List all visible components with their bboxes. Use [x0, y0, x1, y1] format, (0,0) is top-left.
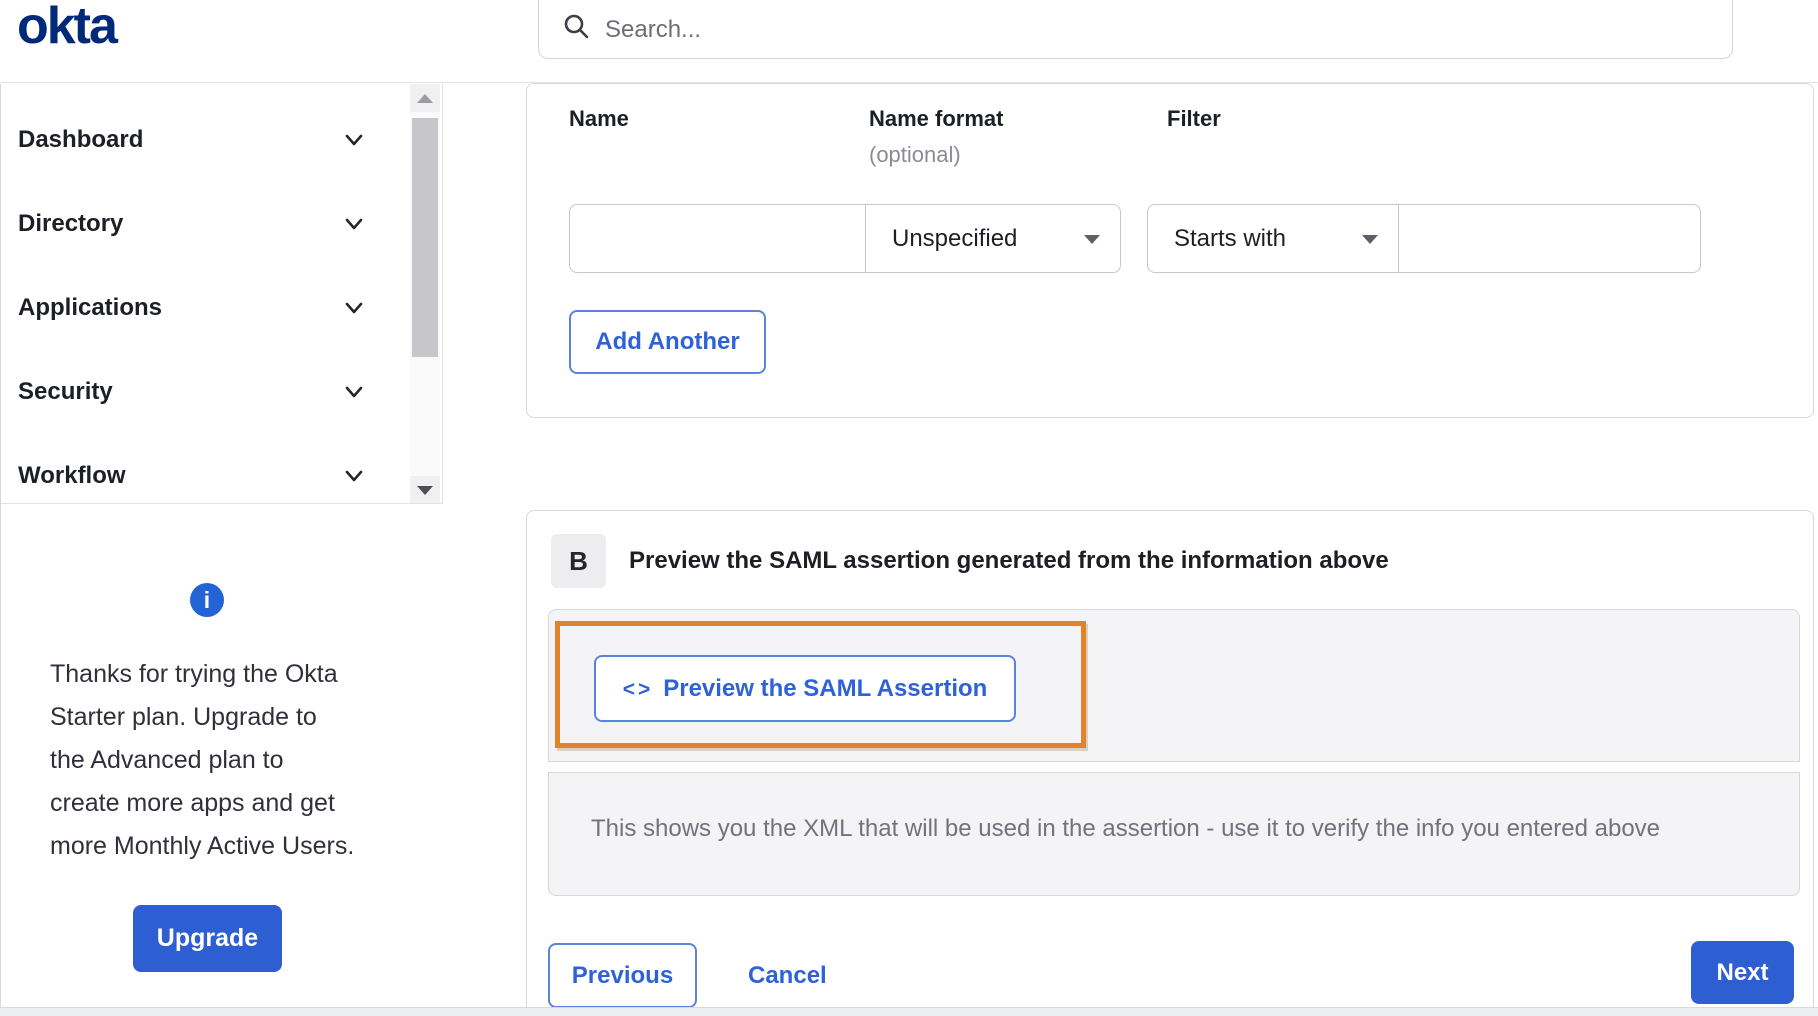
okta-logo: okta — [17, 0, 116, 56]
plan-notice-line: Thanks for trying the Okta — [50, 653, 410, 696]
preview-description-text: This shows you the XML that will be used… — [591, 815, 1771, 843]
plan-notice-line: more Monthly Active Users. — [50, 825, 410, 868]
sidebar-item-workflow[interactable]: Workflow — [0, 434, 400, 504]
filter-value-input[interactable] — [1399, 204, 1701, 273]
name-format-optional-label: (optional) — [869, 142, 961, 168]
top-bar: okta — [0, 0, 1818, 83]
sidebar-item-dashboard[interactable]: Dashboard — [0, 98, 400, 182]
scrollbar-thumb[interactable] — [412, 118, 438, 357]
name-format-selected-value: Unspecified — [892, 225, 1017, 253]
filter-column-label: Filter — [1167, 106, 1221, 132]
cancel-button[interactable]: Cancel — [748, 943, 827, 1008]
chevron-down-icon — [343, 381, 365, 403]
attribute-name-input[interactable] — [569, 204, 865, 273]
plan-notice-line: Starter plan. Upgrade to — [50, 696, 410, 739]
scroll-down-button[interactable] — [410, 476, 440, 504]
scroll-up-button[interactable] — [410, 84, 440, 112]
search-icon — [563, 13, 591, 46]
info-icon: i — [190, 583, 224, 617]
chevron-down-icon — [343, 129, 365, 151]
next-button[interactable]: Next — [1691, 941, 1794, 1004]
attribute-statements-card: Name Name format (optional) Filter Unspe… — [526, 83, 1814, 418]
name-format-column-label: Name format — [869, 106, 1003, 132]
triangle-up-icon — [417, 94, 433, 103]
sidebar-item-label: Directory — [18, 210, 123, 238]
okta-admin-console: okta Dashboard Directory A — [0, 0, 1818, 1016]
plan-notice-text: Thanks for trying the Okta Starter plan.… — [50, 653, 410, 868]
filter-type-select[interactable]: Starts with — [1147, 204, 1399, 273]
annotation-highlight-box — [555, 621, 1086, 748]
sidebar-scrollbar[interactable] — [410, 84, 440, 504]
sidebar-item-label: Dashboard — [18, 126, 143, 154]
caret-down-icon — [1362, 235, 1378, 244]
sidebar-item-label: Applications — [18, 294, 162, 322]
chevron-down-icon — [343, 297, 365, 319]
filter-type-selected-value: Starts with — [1174, 225, 1286, 253]
sidebar-item-label: Workflow — [18, 462, 126, 490]
plan-notice-line: create more apps and get — [50, 782, 410, 825]
sidebar-item-applications[interactable]: Applications — [0, 266, 400, 350]
plan-notice-panel: i Thanks for trying the Okta Starter pla… — [0, 505, 443, 1007]
window-left-border — [0, 84, 1, 1007]
caret-down-icon — [1084, 235, 1100, 244]
add-another-button[interactable]: Add Another — [569, 310, 766, 374]
page-bottom-strip — [0, 1007, 1818, 1016]
chevron-down-icon — [343, 213, 365, 235]
plan-notice-line: the Advanced plan to — [50, 739, 410, 782]
preview-section-heading: Preview the SAML assertion generated fro… — [629, 547, 1389, 575]
global-search[interactable] — [538, 0, 1733, 59]
step-b-badge: B — [551, 534, 606, 588]
search-input[interactable] — [605, 16, 1605, 44]
previous-button[interactable]: Previous — [548, 943, 697, 1008]
name-format-select[interactable]: Unspecified — [865, 204, 1121, 273]
upgrade-button[interactable]: Upgrade — [133, 905, 282, 972]
triangle-down-icon — [417, 486, 433, 495]
chevron-down-icon — [343, 465, 365, 487]
sidebar-item-label: Security — [18, 378, 113, 406]
preview-saml-card: B Preview the SAML assertion generated f… — [526, 510, 1814, 1007]
sidebar-item-directory[interactable]: Directory — [0, 182, 400, 266]
name-column-label: Name — [569, 106, 629, 132]
sidebar-item-security[interactable]: Security — [0, 350, 400, 434]
sidebar-nav: Dashboard Directory Applications Securit… — [0, 84, 443, 504]
